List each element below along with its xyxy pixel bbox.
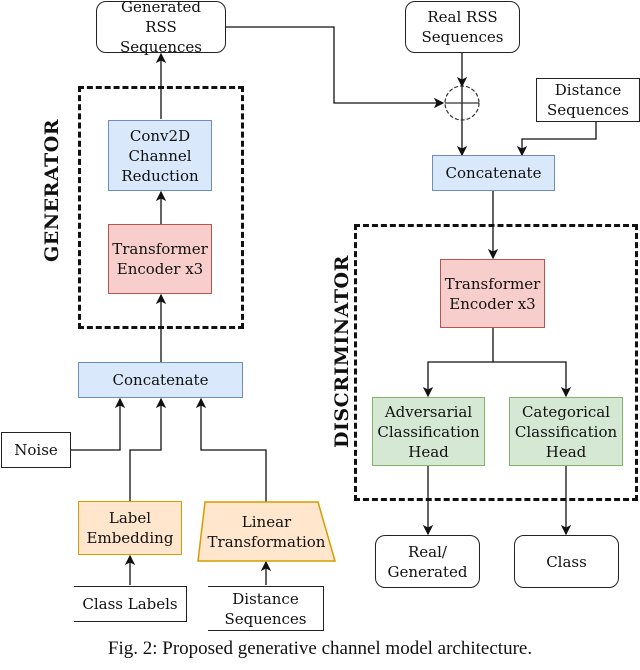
adversarial-head-node: Adversarial Classification Head (372, 397, 485, 466)
arrow-distance-to-disc-concat (516, 122, 597, 157)
label-embedding-node: Label Embedding (78, 501, 182, 555)
arrow-linear-to-concat (195, 397, 267, 502)
class-labels-node: Class Labels (74, 586, 187, 622)
generator-distance-sequences-node: Distance Sequences (208, 586, 324, 631)
noise-node: Noise (1, 432, 71, 468)
generator-concat-node: Concatenate (78, 362, 243, 398)
generator-label: GENERATOR (41, 118, 63, 262)
figure-caption: Fig. 2: Proposed generative channel mode… (107, 638, 533, 659)
categorical-head-node: Categorical Classification Head (509, 397, 623, 466)
generator-encoder-node: Transformer Encoder x3 (108, 224, 212, 294)
conv2d-node: Conv2D Channel Reduction (108, 120, 212, 191)
discriminator-distance-sequences-node: Distance Sequences (536, 78, 640, 122)
class-output-node: Class (514, 535, 619, 588)
linear-transformation-node: Linear Transformation (207, 513, 326, 551)
arrow-noise-to-concat (70, 397, 126, 451)
real-generated-output-node: Real/ Generated (375, 535, 480, 588)
combiner-icon (444, 85, 480, 121)
arrow-label-to-concat (129, 397, 167, 505)
real-rss-node: Real RSS Sequences (405, 1, 520, 53)
discriminator-concat-node: Concatenate (432, 155, 555, 191)
discriminator-label: DISCRIMINATOR (331, 255, 353, 448)
discriminator-encoder-node: Transformer Encoder x3 (440, 259, 545, 328)
generated-rss-node: Generated RSS Sequences (96, 0, 226, 56)
